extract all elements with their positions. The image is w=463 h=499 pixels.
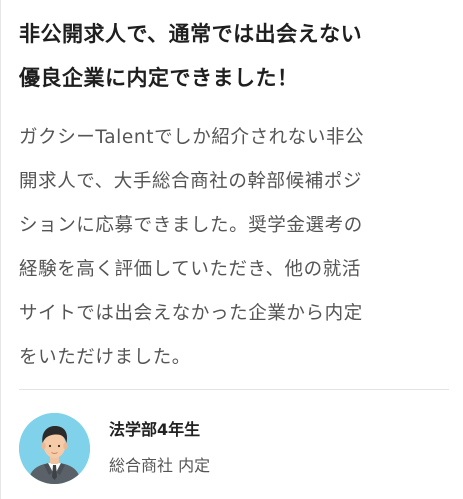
- testimonial-card: 非公開求人で、通常では出会えない 優良企業に内定できました！ ガクシーTalen…: [0, 0, 463, 499]
- student-avatar-icon: [19, 413, 90, 484]
- section-divider: [19, 389, 449, 390]
- person-name: 法学部4年生: [109, 420, 201, 439]
- body-line: ションに応募できました。奨学金選考の: [19, 215, 363, 236]
- person-result: 総合商社 内定: [109, 456, 211, 475]
- testimonial-body: ガクシーTalentでしか紹介されない非公 開求人で、大手総合商社の幹部候補ポジ…: [19, 116, 455, 380]
- body-line: 開求人で、大手総合商社の幹部候補ポジ: [19, 171, 363, 192]
- testimonial-headline: 非公開求人で、通常では出会えない 優良企業に内定できました！: [19, 12, 451, 100]
- body-line: 経験を高く評価していただき、他の就活: [19, 259, 361, 280]
- body-line: サイトでは出会えなかった企業から内定: [19, 303, 363, 324]
- headline-line-2: 優良企業に内定できました！: [19, 66, 299, 90]
- body-line: をいただけました。: [19, 347, 191, 368]
- body-line: ガクシーTalentでしか紹介されない非公: [19, 127, 365, 148]
- headline-line-1: 非公開求人で、通常では出会えない: [19, 22, 363, 46]
